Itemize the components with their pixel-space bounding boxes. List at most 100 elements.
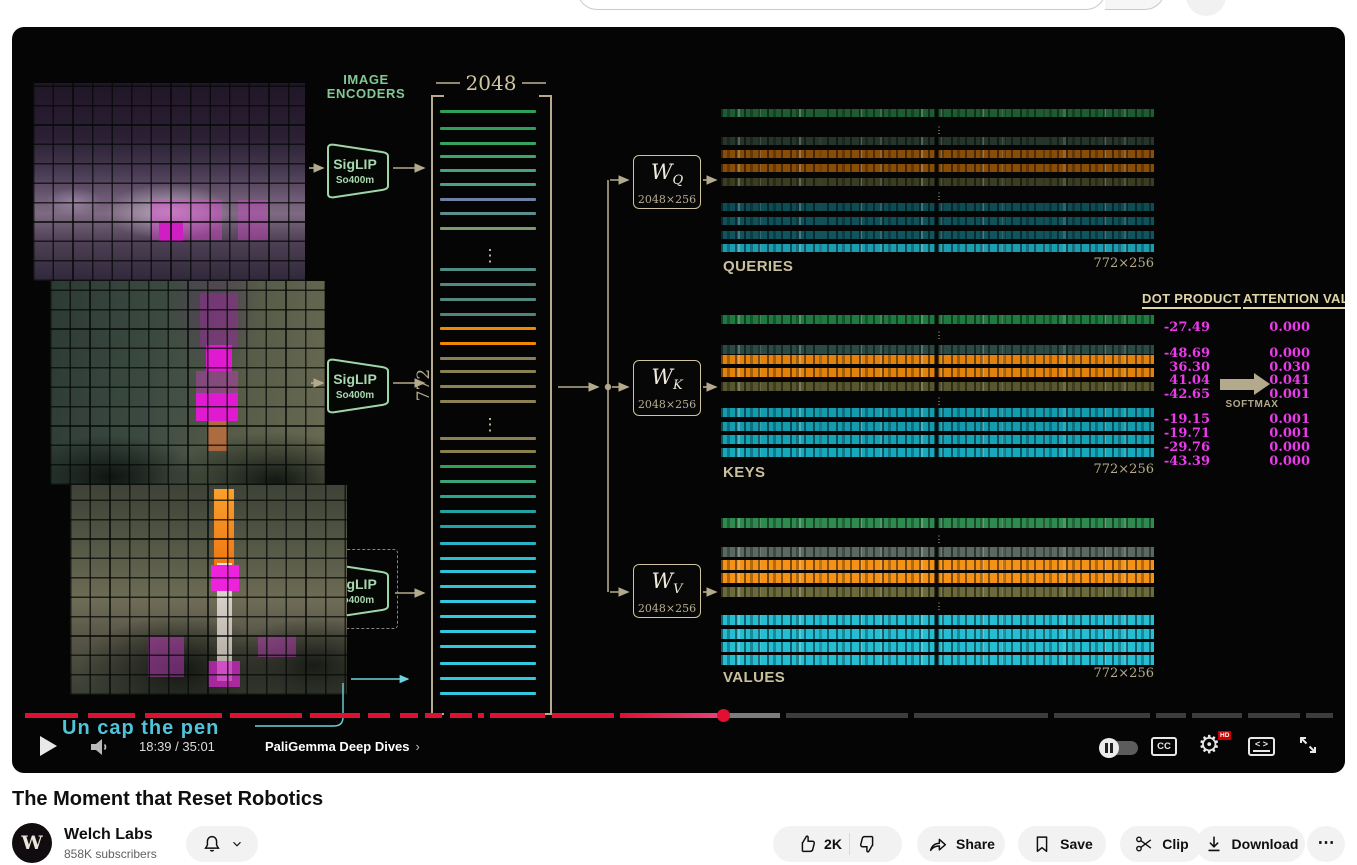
matrix-row: [721, 382, 1154, 391]
camera-image-1: [33, 83, 305, 281]
row-stripes: [721, 435, 1154, 444]
keys-label: KEYS: [723, 464, 765, 481]
vector-row: [440, 385, 536, 388]
progress-unplayed-segment: [1156, 713, 1186, 718]
matrix-row: [721, 109, 1154, 117]
pause-icon: [1099, 738, 1119, 758]
play-button[interactable]: [40, 736, 57, 756]
time-display: 18:39 / 35:01: [139, 739, 215, 754]
progress-played-segment: [478, 713, 484, 718]
video-player[interactable]: IMAGE ENCODERS SigLIP So400m SigLIP So40…: [12, 27, 1345, 773]
matrix-row: [721, 642, 1154, 652]
vector-height-label: 772: [414, 363, 434, 407]
like-dislike-group: 2K: [773, 826, 902, 862]
matrix-row: [721, 615, 1154, 625]
vector-row: [440, 495, 536, 498]
vector-row: [440, 450, 536, 453]
more-actions-button[interactable]: ⋯: [1307, 826, 1345, 862]
cc-button[interactable]: CC: [1151, 737, 1177, 756]
row-stripes: [721, 448, 1154, 457]
thumbs-up-icon: [796, 833, 818, 855]
matrix-row: [721, 217, 1154, 225]
row-stripes: [721, 655, 1154, 665]
notifications-button[interactable]: [186, 826, 258, 862]
thumbs-down-icon: [857, 833, 879, 855]
row-stripes: [721, 518, 1154, 528]
row-stripes: [721, 560, 1154, 570]
matrix-row: [721, 435, 1154, 444]
download-button[interactable]: Download: [1196, 826, 1305, 862]
row-stripes: [721, 422, 1154, 431]
row-stripes: [721, 547, 1154, 557]
ellipsis-mark: ⋮: [933, 332, 945, 339]
matrix-row: [721, 368, 1154, 377]
matrix-row: [721, 178, 1154, 186]
like-button[interactable]: 2K: [796, 833, 842, 855]
vector-row: [440, 342, 536, 345]
vector-bracket-right: [539, 95, 552, 715]
channel-avatar[interactable]: W: [12, 823, 52, 863]
chapter-button[interactable]: PaliGemma Deep Dives›: [265, 739, 420, 754]
miniplayer-line: [1253, 750, 1270, 752]
dot-product-value: -19.71: [1130, 426, 1210, 441]
patch-grid-overlay: [50, 281, 325, 485]
vector-row: [440, 400, 536, 403]
row-stripes: [721, 629, 1154, 639]
hd-quality-badge: HD: [1218, 731, 1231, 740]
siglip-encoder-2: SigLIP So400m: [326, 353, 392, 419]
row-stripes: [721, 109, 1154, 117]
progress-unplayed-segment: [1054, 713, 1150, 718]
vector-row: [440, 212, 536, 215]
progress-played-segment: [490, 713, 545, 718]
svg-text:So400m: So400m: [336, 175, 374, 186]
matrix-row: [721, 587, 1154, 597]
vector-row: [440, 570, 536, 573]
download-icon: [1203, 833, 1225, 855]
share-button[interactable]: Share: [917, 826, 1005, 862]
row-stripes: [721, 315, 1154, 324]
matrix-row: [721, 422, 1154, 431]
fullscreen-button[interactable]: [1296, 733, 1320, 757]
vector-row: [440, 645, 536, 648]
progress-played-segment: [620, 713, 724, 718]
vector-row: [440, 313, 536, 316]
vector-row: [440, 437, 536, 440]
vector-row: [440, 557, 536, 560]
camera-image-3: [70, 485, 347, 695]
dislike-button[interactable]: [857, 833, 879, 855]
dot-product-value: -19.15: [1130, 412, 1210, 427]
miniplayer-button[interactable]: < >: [1248, 737, 1275, 756]
autoplay-toggle[interactable]: [1102, 741, 1138, 755]
dot-product-value: -43.39: [1130, 454, 1210, 469]
attention-value: 0.000: [1250, 454, 1310, 469]
share-arrow-icon: [927, 833, 949, 855]
camera-image-2: [50, 281, 325, 485]
queries-dims: 772×256: [1054, 256, 1154, 271]
save-button[interactable]: Save: [1018, 826, 1106, 862]
matrix-row: [721, 164, 1154, 172]
mute-button[interactable]: [88, 735, 112, 759]
vector-row: [440, 327, 536, 330]
matrix-row: [721, 244, 1154, 252]
mic-button[interactable]: [1186, 0, 1226, 16]
vector-row: [440, 510, 536, 513]
search-input[interactable]: [577, 0, 1106, 10]
vector-row: [440, 169, 536, 172]
dot-product-value: -48.69: [1130, 346, 1210, 361]
dot-product-value: -29.76: [1130, 440, 1210, 455]
matrix-row: [721, 315, 1154, 324]
ellipsis-mark: ⋮: [933, 193, 945, 200]
vector-row: [440, 662, 536, 665]
scissors-icon: [1133, 833, 1155, 855]
svg-text:SigLIP: SigLIP: [333, 371, 377, 387]
matrix-row: [721, 655, 1154, 665]
vector-row: [440, 142, 536, 145]
progress-playhead[interactable]: [717, 709, 730, 722]
channel-name[interactable]: Welch Labs: [64, 826, 153, 844]
clip-button[interactable]: Clip: [1120, 826, 1202, 862]
vector-row: [440, 110, 536, 113]
matrix-row: [721, 629, 1154, 639]
row-stripes: [721, 137, 1154, 145]
search-button[interactable]: [1105, 0, 1165, 10]
vector-row: [440, 370, 536, 373]
